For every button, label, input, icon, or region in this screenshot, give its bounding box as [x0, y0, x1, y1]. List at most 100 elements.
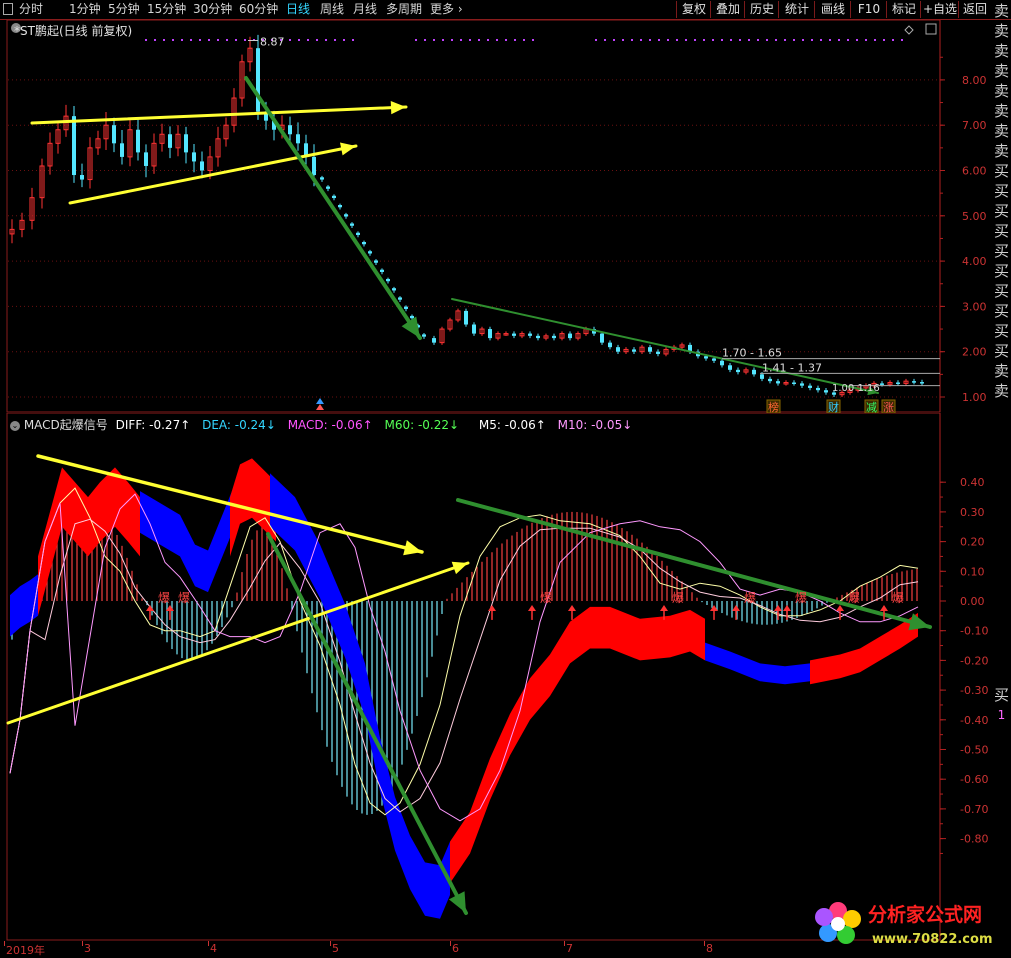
signal-buy: 买: [993, 342, 1009, 360]
macd-axis-label: -0.30: [960, 684, 988, 697]
candle-down: [648, 347, 652, 352]
macd-axis-label: 0.40: [960, 476, 985, 489]
candle-down: [712, 358, 716, 361]
top-signal-dot: [352, 39, 354, 41]
top-signal-dot: [649, 39, 651, 41]
top-signal-dot: [757, 39, 759, 41]
tab-1min[interactable]: 1分钟: [69, 2, 101, 17]
history-button[interactable]: 历史: [744, 1, 779, 18]
top-signal-dot: [856, 39, 858, 41]
candle-down: [120, 143, 124, 157]
zone-label-lower: 1.41 - 1.37: [762, 361, 822, 374]
tab-15min[interactable]: 15分钟: [147, 2, 186, 17]
candle-down: [896, 382, 900, 385]
macd-trend-arrow-channel: [456, 498, 932, 629]
top-signal-dot: [631, 39, 633, 41]
top-signal-dot: [199, 39, 201, 41]
trend-arrow-decline: [244, 76, 422, 340]
top-signal-dot: [343, 39, 345, 41]
tab-more[interactable]: 更多 ›: [430, 2, 463, 17]
tab-60min[interactable]: 60分钟: [239, 2, 278, 17]
candle-down: [398, 297, 402, 300]
price-axis-label: 2.00: [962, 346, 987, 359]
f10-button[interactable]: F10: [850, 1, 887, 18]
candle-down: [312, 156, 316, 176]
top-signal-dot: [145, 39, 147, 41]
tab-fenshi[interactable]: 分时: [19, 2, 43, 17]
top-signal-dot: [712, 39, 714, 41]
top-signal-dot: [334, 39, 336, 41]
candle-down: [362, 241, 366, 245]
signal-sell: 卖: [993, 102, 1009, 120]
candle-down: [776, 381, 780, 384]
signal-sell: 卖: [993, 382, 1009, 400]
price-chart[interactable]: 8.00 7.00 6.00 5.00 4.00 3.00 2.00 1.00 8.87 1.70…: [0, 20, 990, 413]
top-signal-dot: [721, 39, 723, 41]
candle-down: [288, 125, 292, 135]
site-watermark: 分析家公式网 www.70822.com: [815, 902, 993, 947]
top-signal-dot: [622, 39, 624, 41]
candle-down: [326, 186, 330, 189]
price-axis-label: 4.00: [962, 255, 987, 268]
tab-daily[interactable]: 日线: [286, 2, 310, 17]
candle-down: [608, 342, 612, 348]
candle-down: [552, 335, 556, 339]
signal-sell: 卖: [993, 62, 1009, 80]
boom-signal-arrow-icon: [836, 604, 844, 611]
signal-buy: 买: [993, 262, 1009, 280]
event-badge: 财: [828, 400, 839, 413]
back-button[interactable]: 返回: [958, 1, 991, 18]
boom-signal-arrow-icon: [774, 604, 782, 611]
boom-signal-label: 爆: [178, 591, 190, 605]
mark-button[interactable]: 标记: [886, 1, 921, 18]
candle-down: [296, 134, 300, 144]
candle-down: [432, 338, 436, 343]
tab-multi-period[interactable]: 多周期: [386, 2, 422, 17]
boom-signal-label: 爆: [795, 591, 807, 605]
date-axis-label: 7: [566, 942, 573, 955]
top-signal-dot: [298, 39, 300, 41]
boom-signal-arrow-icon: [660, 604, 668, 611]
add-watchlist-button[interactable]: +自选: [920, 1, 959, 18]
boom-signal-label: 爆: [158, 591, 170, 605]
boom-signal-arrow-icon: [783, 604, 791, 611]
collapse-icon[interactable]: ⌄: [10, 420, 20, 431]
candle-down: [488, 329, 492, 339]
tab-weekly[interactable]: 周线: [320, 2, 344, 17]
top-signal-dot: [478, 39, 480, 41]
candle-down: [600, 333, 604, 343]
top-signal-dot: [244, 39, 246, 41]
stats-button[interactable]: 统计: [778, 1, 815, 18]
macd-axis-label: -0.50: [960, 744, 988, 757]
candle-down: [136, 129, 140, 153]
macd-axis-label: 0.20: [960, 536, 985, 549]
fuquan-button[interactable]: 复权: [676, 1, 711, 18]
window-icon[interactable]: [3, 3, 13, 15]
top-signal-dot: [766, 39, 768, 41]
zone-label-upper: 1.70 - 1.65: [722, 347, 782, 360]
top-signal-dot: [658, 39, 660, 41]
tab-more-label: 更多: [430, 2, 455, 16]
draw-line-button[interactable]: 画线: [814, 1, 851, 18]
macd-chart[interactable]: 0.40 0.30 0.20 0.10 0.00 -0.10 -0.20 -0.30 -0.40…: [0, 413, 990, 941]
candle-down: [144, 152, 148, 166]
date-axis-tick: [4, 941, 5, 946]
tab-5min[interactable]: 5分钟: [108, 2, 140, 17]
top-signal-dot: [838, 39, 840, 41]
macd-axis-label: -0.40: [960, 714, 988, 727]
top-signal-dot: [892, 39, 894, 41]
tab-30min[interactable]: 30分钟: [193, 2, 232, 17]
top-signal-dot: [703, 39, 705, 41]
price-axis-label: 3.00: [962, 300, 987, 313]
macd-axis-label: -0.10: [960, 625, 988, 638]
price-axis-label: 7.00: [962, 119, 987, 132]
top-signal-dot: [865, 39, 867, 41]
candle-down: [808, 385, 812, 388]
top-signal-dot: [874, 39, 876, 41]
top-signal-dot: [505, 39, 507, 41]
tab-monthly[interactable]: 月线: [353, 2, 377, 17]
overlay-button[interactable]: 叠加: [710, 1, 745, 18]
candle-down: [768, 378, 772, 382]
date-axis-tick: [704, 941, 705, 946]
diff-line: [9, 487, 919, 816]
